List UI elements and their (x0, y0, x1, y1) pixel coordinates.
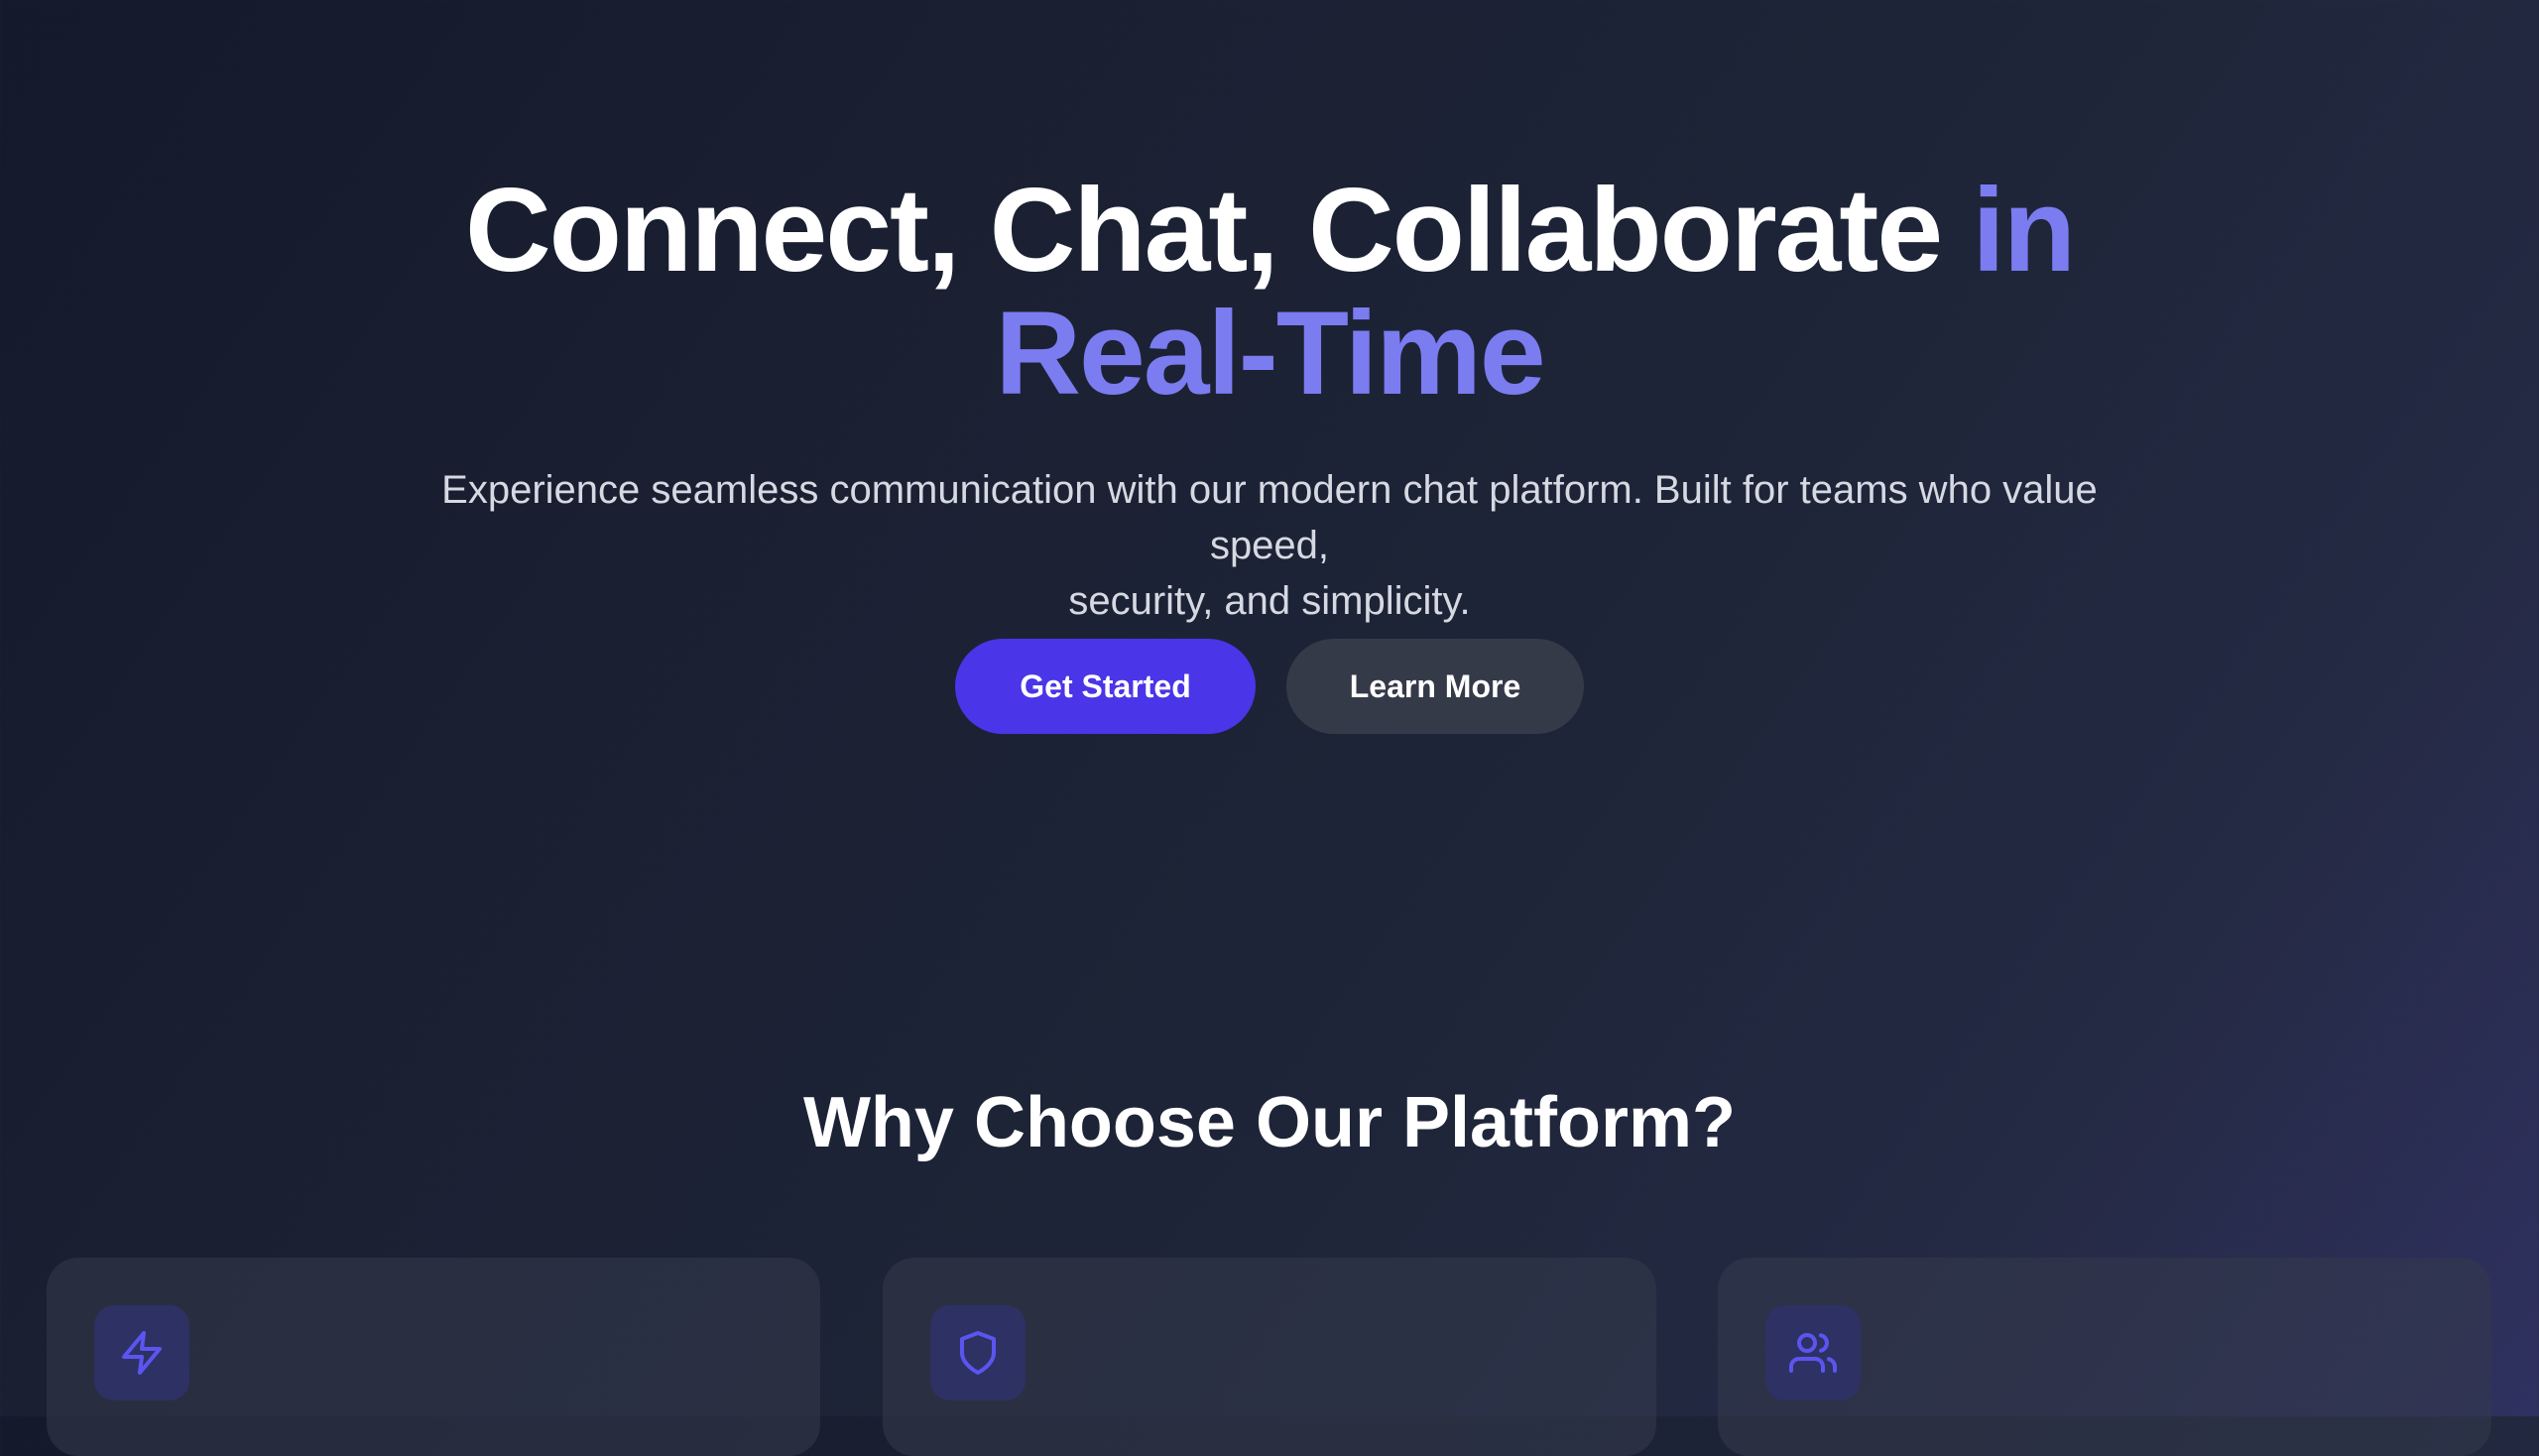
hero-subtitle-line-1: Experience seamless communication with o… (441, 468, 2098, 567)
learn-more-button[interactable]: Learn More (1286, 639, 1584, 734)
hero-title-accent-in: in (1972, 164, 2076, 297)
feature-card-security (883, 1258, 1656, 1456)
hero-title-accent-realtime: Real-Time (995, 287, 1545, 420)
shield-icon (930, 1305, 1026, 1400)
lightning-icon (94, 1305, 189, 1400)
feature-card-teams (1718, 1258, 2491, 1456)
hero-title-main: Connect, Chat, Collaborate (464, 164, 1943, 297)
get-started-button[interactable]: Get Started (955, 639, 1256, 734)
users-icon (1765, 1305, 1861, 1400)
hero-subtitle: Experience seamless communication with o… (377, 462, 2162, 629)
features-section-title: Why Choose Our Platform? (802, 1083, 1737, 1162)
hero-title: Connect, Chat, Collaborate in Real-Time (0, 169, 2539, 415)
feature-card-speed (47, 1258, 820, 1456)
hero-subtitle-line-2: security, and simplicity. (1068, 579, 1471, 623)
